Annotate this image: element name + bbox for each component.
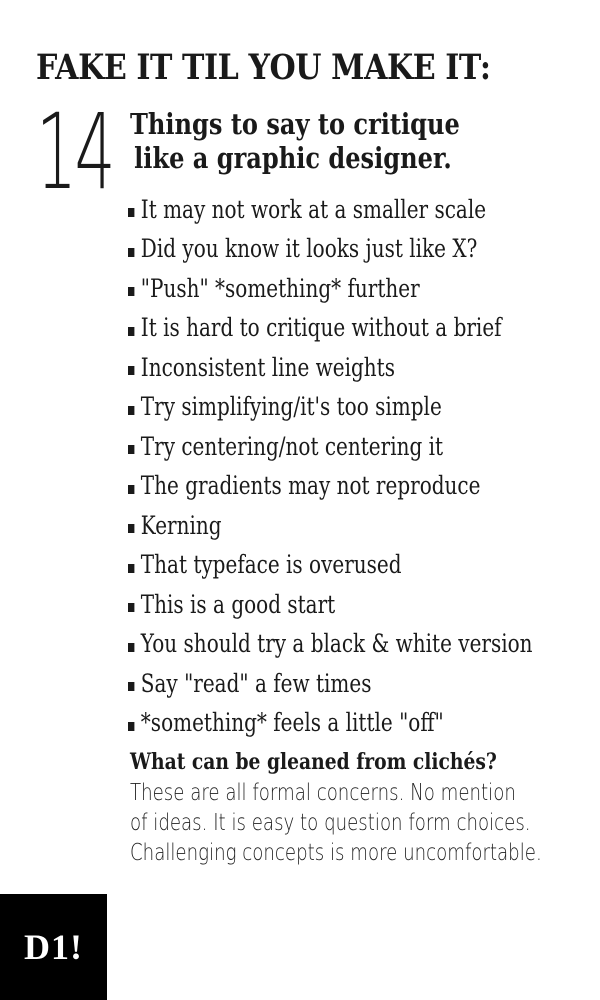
square-bullet-icon [128, 721, 135, 731]
logo-text: D1! [24, 927, 83, 967]
square-bullet-icon [128, 563, 135, 573]
list-item-text: The gradients may not reproduce [140, 471, 481, 501]
list-item: Try simplifying/it's too simple [128, 388, 533, 428]
list-item: Try centering/not centering it [128, 427, 533, 467]
list-item: Kerning [128, 506, 533, 546]
list-item: *something* feels a little "off" [128, 704, 533, 744]
list-item-text: "Push" *something* further [140, 273, 420, 303]
conclusion-body: These are all formal concerns. No mentio… [130, 778, 542, 868]
list-item-text: Say "read" a few times [140, 668, 372, 698]
item-count-numeral: 14 [36, 91, 116, 213]
page-title: FAKE IT TIL YOU MAKE IT: [36, 47, 491, 88]
list-item-text: It may not work at a smaller scale [140, 194, 487, 224]
list-item: It is hard to critique without a brief [128, 309, 533, 349]
subtitle: Things to say to critique like a graphic… [130, 107, 460, 175]
list-item-text: This is a good start [140, 589, 336, 619]
list-item: It may not work at a smaller scale [128, 190, 533, 230]
list-item-text: Did you know it looks just like X? [140, 234, 478, 264]
square-bullet-icon [128, 208, 135, 218]
list-item: Say "read" a few times [128, 664, 533, 704]
list-item-text: It is hard to critique without a brief [140, 313, 502, 343]
list-item: The gradients may not reproduce [128, 467, 533, 507]
list-item-text: That typeface is overused [140, 550, 402, 580]
brand-logo: D1! [0, 894, 107, 1000]
list-item: You should try a black & white version [128, 625, 533, 665]
square-bullet-icon [128, 484, 135, 494]
square-bullet-icon [128, 445, 135, 455]
square-bullet-icon [128, 603, 135, 613]
list-item: "Push" *something* further [128, 269, 533, 309]
square-bullet-icon [128, 247, 135, 257]
square-bullet-icon [128, 642, 135, 652]
subtitle-line-2: like a graphic designer. [134, 141, 452, 175]
square-bullet-icon [128, 524, 135, 534]
conclusion-line: These are all formal concerns. No mentio… [130, 780, 516, 806]
list-item-text: *something* feels a little "off" [140, 708, 444, 738]
list-item-text: Try centering/not centering it [140, 431, 444, 461]
critique-phrases-list: It may not work at a smaller scale Did y… [128, 190, 600, 743]
list-item-text: Try simplifying/it's too simple [140, 392, 442, 422]
list-item: Did you know it looks just like X? [128, 230, 533, 270]
list-item-text: You should try a black & white version [140, 629, 533, 659]
square-bullet-icon [128, 326, 135, 336]
square-bullet-icon [128, 405, 135, 415]
conclusion-line: Challenging concepts is more uncomfortab… [130, 840, 542, 866]
square-bullet-icon [128, 682, 135, 692]
square-bullet-icon [128, 366, 135, 376]
conclusion-heading: What can be gleaned from clichés? [130, 749, 497, 775]
square-bullet-icon [128, 287, 135, 297]
list-item-text: Inconsistent line weights [140, 352, 395, 382]
list-item: This is a good start [128, 585, 533, 625]
list-item: That typeface is overused [128, 546, 533, 586]
subtitle-line-1: Things to say to critique [130, 107, 460, 141]
list-item-text: Kerning [140, 510, 222, 540]
conclusion-line: of ideas. It is easy to question form ch… [130, 810, 531, 836]
list-item: Inconsistent line weights [128, 348, 533, 388]
